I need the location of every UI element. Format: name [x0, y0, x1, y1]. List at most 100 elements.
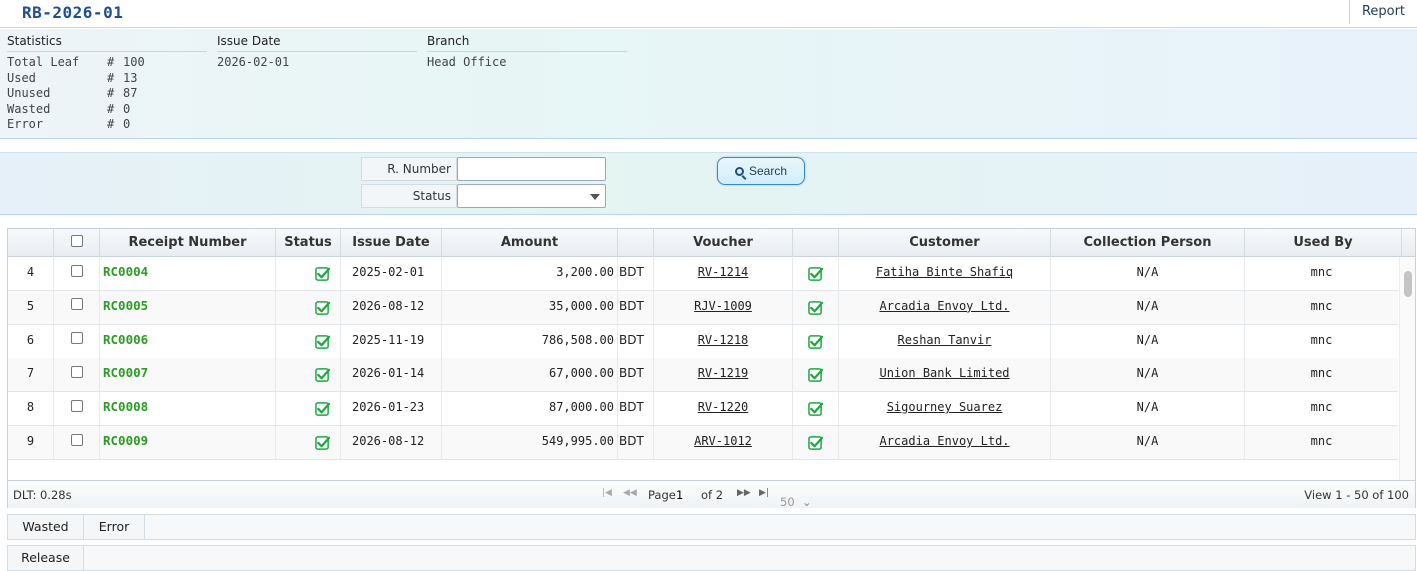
- voucher-link[interactable]: RV-1219: [698, 366, 749, 380]
- row-checkbox[interactable]: [70, 298, 83, 311]
- table-row[interactable]: 9 RC0009 2026-08-12 549,995.00 BDT ARV-1012 Ar…: [8, 426, 1398, 460]
- prev-page-icon[interactable]: ◀◀: [623, 488, 637, 498]
- table-row[interactable]: 6 RC0006 2025-11-19 786,508.00 BDT RV-1218 Res…: [8, 324, 1398, 359]
- statistics-heading: Statistics: [7, 29, 207, 52]
- voucher-status-cell: [793, 324, 839, 358]
- voucher-link[interactable]: RV-1220: [698, 400, 749, 414]
- customer-cell: Sigourney Suarez: [839, 392, 1051, 426]
- row-checkbox[interactable]: [70, 365, 83, 378]
- customer-link[interactable]: Arcadia Envoy Ltd.: [879, 299, 1009, 313]
- voucher-check-icon: [808, 400, 823, 416]
- status-cell: [276, 290, 341, 324]
- page-number-input[interactable]: [676, 487, 696, 503]
- voucher-cell: ARV-1012: [654, 426, 793, 459]
- customer-link[interactable]: Fatiha Binte Shafiq: [876, 265, 1013, 279]
- row-select-cell[interactable]: [54, 392, 100, 426]
- tab-wasted[interactable]: Wasted: [8, 515, 84, 539]
- header-amount[interactable]: Amount: [442, 229, 618, 257]
- statistics-row: Used #13: [7, 71, 207, 87]
- voucher-link[interactable]: RJV-1009: [694, 299, 752, 313]
- row-checkbox[interactable]: [70, 332, 83, 345]
- customer-link[interactable]: Union Bank Limited: [879, 366, 1009, 380]
- statistics-column: Statistics Total Leaf #100 Used #13 Unused #8…: [7, 29, 207, 133]
- table-row[interactable]: 7 RC0007 2026-01-14 67,000.00 BDT RV-1219 Unio…: [8, 358, 1398, 393]
- receipt-number-cell: RC0009: [100, 426, 276, 459]
- report-button[interactable]: Report: [1349, 0, 1417, 24]
- select-all-checkbox[interactable]: [70, 234, 83, 247]
- voucher-check-icon: [808, 366, 823, 383]
- status-check-icon: [314, 333, 330, 349]
- header-status[interactable]: Status: [276, 229, 341, 257]
- currency-cell: BDT: [618, 426, 654, 459]
- row-checkbox[interactable]: [70, 433, 83, 446]
- collection-person-cell: N/A: [1051, 290, 1245, 324]
- row-select-cell[interactable]: [54, 257, 100, 290]
- last-page-icon[interactable]: ▶|: [759, 488, 769, 498]
- chevron-down-icon: [590, 194, 600, 200]
- status-check-icon: [314, 400, 330, 416]
- row-select-cell[interactable]: [54, 426, 100, 459]
- statistics-label: Unused: [7, 86, 51, 101]
- issue-date-cell: 2026-01-23: [341, 392, 442, 426]
- tab-release[interactable]: Release: [8, 546, 84, 570]
- amount-cell: 549,995.00: [442, 426, 618, 459]
- branch-heading: Branch: [427, 29, 627, 52]
- grid-scrollbar[interactable]: [1399, 257, 1415, 480]
- receipt-number[interactable]: RC0007: [103, 365, 148, 380]
- voucher-cell: RV-1214: [654, 257, 793, 290]
- row-number: 6: [8, 324, 54, 358]
- statistics-hash: #: [107, 55, 115, 69]
- receipt-number[interactable]: RC0008: [103, 399, 148, 414]
- r-number-label: R. Number: [361, 157, 457, 181]
- status-check-icon: [314, 299, 330, 315]
- status-cell: [276, 358, 341, 392]
- customer-cell: Arcadia Envoy Ltd.: [839, 426, 1051, 459]
- row-select-cell[interactable]: [54, 324, 100, 358]
- table-row[interactable]: 5 RC0005 2026-08-12 35,000.00 BDT RJV-1009 Arc…: [8, 290, 1398, 325]
- dlt-timing: DLT: 0.28s: [13, 488, 72, 502]
- header-currency: [618, 229, 654, 257]
- row-checkbox[interactable]: [70, 399, 83, 412]
- header-select-all[interactable]: [54, 229, 100, 257]
- row-select-cell[interactable]: [54, 290, 100, 324]
- voucher-link[interactable]: RV-1218: [698, 333, 749, 347]
- statistics-label: Used: [7, 70, 36, 85]
- search-button[interactable]: Search: [717, 157, 805, 185]
- amount-cell: 786,508.00: [442, 324, 618, 358]
- branch-column: Branch Head Office: [427, 29, 627, 71]
- header-collection-person[interactable]: Collection Person: [1051, 229, 1245, 257]
- tab-error[interactable]: Error: [84, 515, 145, 539]
- header-receipt-number[interactable]: Receipt Number: [100, 229, 276, 257]
- row-number: 9: [8, 426, 54, 459]
- currency-cell: BDT: [618, 392, 654, 426]
- row-select-cell[interactable]: [54, 358, 100, 392]
- table-row[interactable]: 4 RC0004 2025-02-01 3,200.00 BDT RV-1214 Fatih…: [8, 257, 1398, 291]
- receipt-number[interactable]: RC0009: [103, 433, 148, 448]
- header-used-by[interactable]: Used By: [1245, 229, 1402, 257]
- receipt-number[interactable]: RC0006: [103, 332, 148, 347]
- customer-link[interactable]: Sigourney Suarez: [887, 400, 1003, 414]
- r-number-input[interactable]: [457, 157, 606, 181]
- used-by-cell: mnc: [1310, 298, 1333, 313]
- customer-link[interactable]: Reshan Tanvir: [898, 333, 992, 347]
- voucher-link[interactable]: RV-1214: [698, 265, 749, 279]
- header-voucher[interactable]: Voucher: [654, 229, 793, 257]
- header-issue-date[interactable]: Issue Date: [341, 229, 442, 257]
- issue-date-cell: 2025-02-01: [341, 257, 442, 290]
- voucher-link[interactable]: ARV-1012: [694, 434, 752, 448]
- status-label: Status: [361, 184, 457, 208]
- next-page-icon[interactable]: ▶▶: [737, 488, 751, 498]
- statistics-row: Error #0: [7, 117, 207, 133]
- receipt-number[interactable]: RC0005: [103, 298, 148, 313]
- amount-cell: 67,000.00: [442, 358, 618, 392]
- row-checkbox[interactable]: [70, 264, 83, 277]
- top-bar: RB-2026-01 Report: [0, 0, 1417, 28]
- header-customer[interactable]: Customer: [839, 229, 1051, 257]
- customer-link[interactable]: Arcadia Envoy Ltd.: [879, 434, 1009, 448]
- table-row[interactable]: 8 RC0008 2026-01-23 87,000.00 BDT RV-1220 Sigo…: [8, 392, 1398, 427]
- receipt-number[interactable]: RC0004: [103, 264, 148, 279]
- page-size-value: 50: [780, 495, 795, 509]
- grid-scrollbar-thumb[interactable]: [1404, 271, 1412, 297]
- first-page-icon[interactable]: |◀: [602, 488, 612, 498]
- status-select[interactable]: [457, 184, 606, 208]
